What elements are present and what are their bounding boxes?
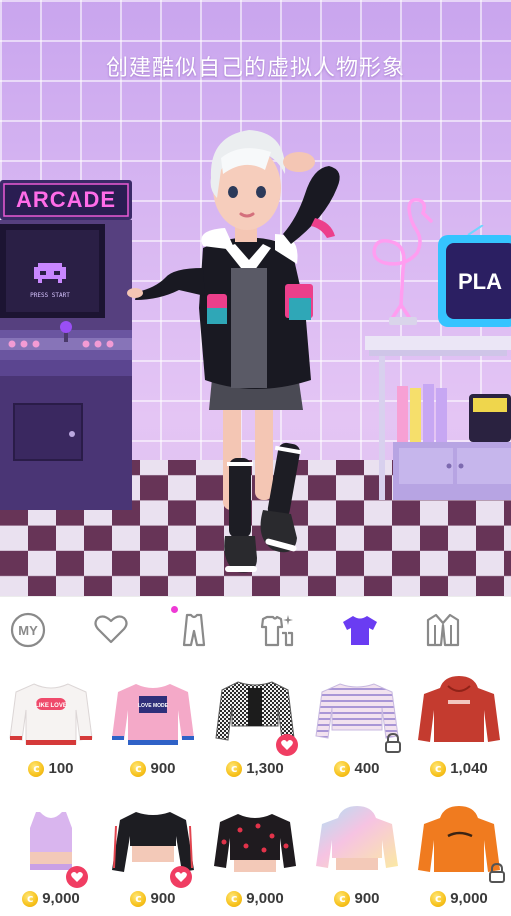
item-orange-hoodie[interactable]: c 9,000	[408, 792, 510, 914]
hoodie-thumbnail	[316, 806, 398, 870]
item-black-crop-jacket[interactable]: c 900	[102, 792, 204, 914]
price-tag: c 9,000	[0, 890, 102, 907]
category-tab-bar: MY	[0, 596, 511, 663]
item-red-hoodie[interactable]: c 1,040	[408, 662, 510, 784]
price-tag: c 900	[102, 890, 204, 907]
heart-outline-icon	[94, 615, 128, 644]
coin-icon: c	[334, 890, 351, 907]
coin-icon: c	[430, 890, 447, 907]
clothing-grid: LIKE LOVE c 100 LOVE MODE c 900 c 1,300 …	[0, 662, 511, 916]
tab-coordinate[interactable]	[256, 610, 298, 650]
price-value: 1,040	[450, 760, 488, 777]
price-tag: c 1,040	[408, 760, 510, 777]
tab-outfits[interactable]	[171, 606, 215, 650]
books	[397, 384, 447, 442]
avatar-preview-scene[interactable]: ARCADE PRESS START PLA 创建酷似自己的虚拟人物形象	[0, 0, 511, 596]
price-value: 900	[150, 760, 176, 777]
coin-icon: c	[28, 760, 45, 777]
scene-title: 创建酷似自己的虚拟人物形象	[105, 56, 405, 81]
tab-my-label: MY	[18, 623, 38, 638]
tab-outerwear[interactable]	[422, 610, 464, 650]
hoodie-thumbnail	[418, 676, 500, 742]
price-value: 9,000	[42, 890, 80, 907]
outfit-sparkle-icon	[260, 615, 294, 647]
price-value: 900	[150, 890, 176, 907]
coin-icon: c	[226, 760, 243, 777]
coin-icon: c	[226, 890, 243, 907]
print-text: LIKE LOVE	[35, 703, 67, 709]
coin-icon: c	[334, 760, 351, 777]
price-tag: c 100	[0, 760, 102, 777]
price-value: 9,000	[246, 890, 284, 907]
price-tag: c 9,000	[408, 890, 510, 907]
sweater-thumbnail	[214, 814, 296, 872]
favorite-heart-icon[interactable]	[170, 866, 192, 888]
coin-icon: c	[130, 890, 147, 907]
new-dot	[171, 606, 178, 613]
retro-tv: PLA	[438, 225, 511, 327]
tshirt-icon	[343, 616, 377, 645]
flamingo-neon-sign	[372, 197, 433, 325]
price-tag: c 400	[306, 760, 408, 777]
item-cherry-print-sweater[interactable]: c 9,000	[204, 792, 306, 914]
coin-icon: c	[430, 760, 447, 777]
jumpsuit-icon	[182, 613, 206, 647]
my-icon: MY	[10, 612, 46, 648]
coin-icon: c	[130, 760, 147, 777]
print-text: LOVE MODE	[138, 703, 169, 709]
tab-tops[interactable]	[339, 610, 381, 650]
price-value: 1,300	[246, 760, 284, 777]
sweater-thumbnail: LOVE MODE	[112, 684, 194, 745]
arcade-machine: ARCADE PRESS START	[0, 180, 132, 510]
item-striped-crop-top[interactable]: c 400	[306, 662, 408, 784]
tab-favorites[interactable]	[90, 610, 132, 650]
item-houndstooth-crop-jacket[interactable]: c 1,300	[204, 662, 306, 784]
coin-icon: c	[22, 890, 39, 907]
tab-my[interactable]: MY	[7, 610, 49, 650]
price-tag: c 900	[102, 760, 204, 777]
price-tag: c 900	[306, 890, 408, 907]
price-value: 9,000	[450, 890, 488, 907]
favorite-heart-icon[interactable]	[276, 734, 298, 756]
price-tag: c 1,300	[204, 760, 306, 777]
tv-screen-text: PLA	[458, 269, 502, 294]
item-white-like-love-sweater[interactable]: LIKE LOVE c 100	[0, 662, 102, 784]
price-value: 900	[354, 890, 380, 907]
price-value: 100	[48, 760, 74, 777]
item-tie-dye-hoodie[interactable]: c 900	[306, 792, 408, 914]
price-value: 400	[354, 760, 380, 777]
price-tag: c 9,000	[204, 890, 306, 907]
favorite-heart-icon[interactable]	[66, 866, 88, 888]
item-pink-love-mode-sweater[interactable]: LOVE MODE c 900	[102, 662, 204, 784]
sweater-thumbnail: LIKE LOVE	[9, 683, 93, 745]
side-table	[365, 336, 511, 500]
avatar-character	[127, 130, 340, 573]
lock-icon	[486, 862, 508, 884]
press-start-text: PRESS START	[30, 292, 70, 299]
lock-icon	[382, 732, 404, 754]
jacket-icon	[426, 613, 460, 647]
arcade-marquee-text: ARCADE	[16, 187, 116, 212]
item-lilac-crop-tank[interactable]: c 9,000	[0, 792, 102, 914]
